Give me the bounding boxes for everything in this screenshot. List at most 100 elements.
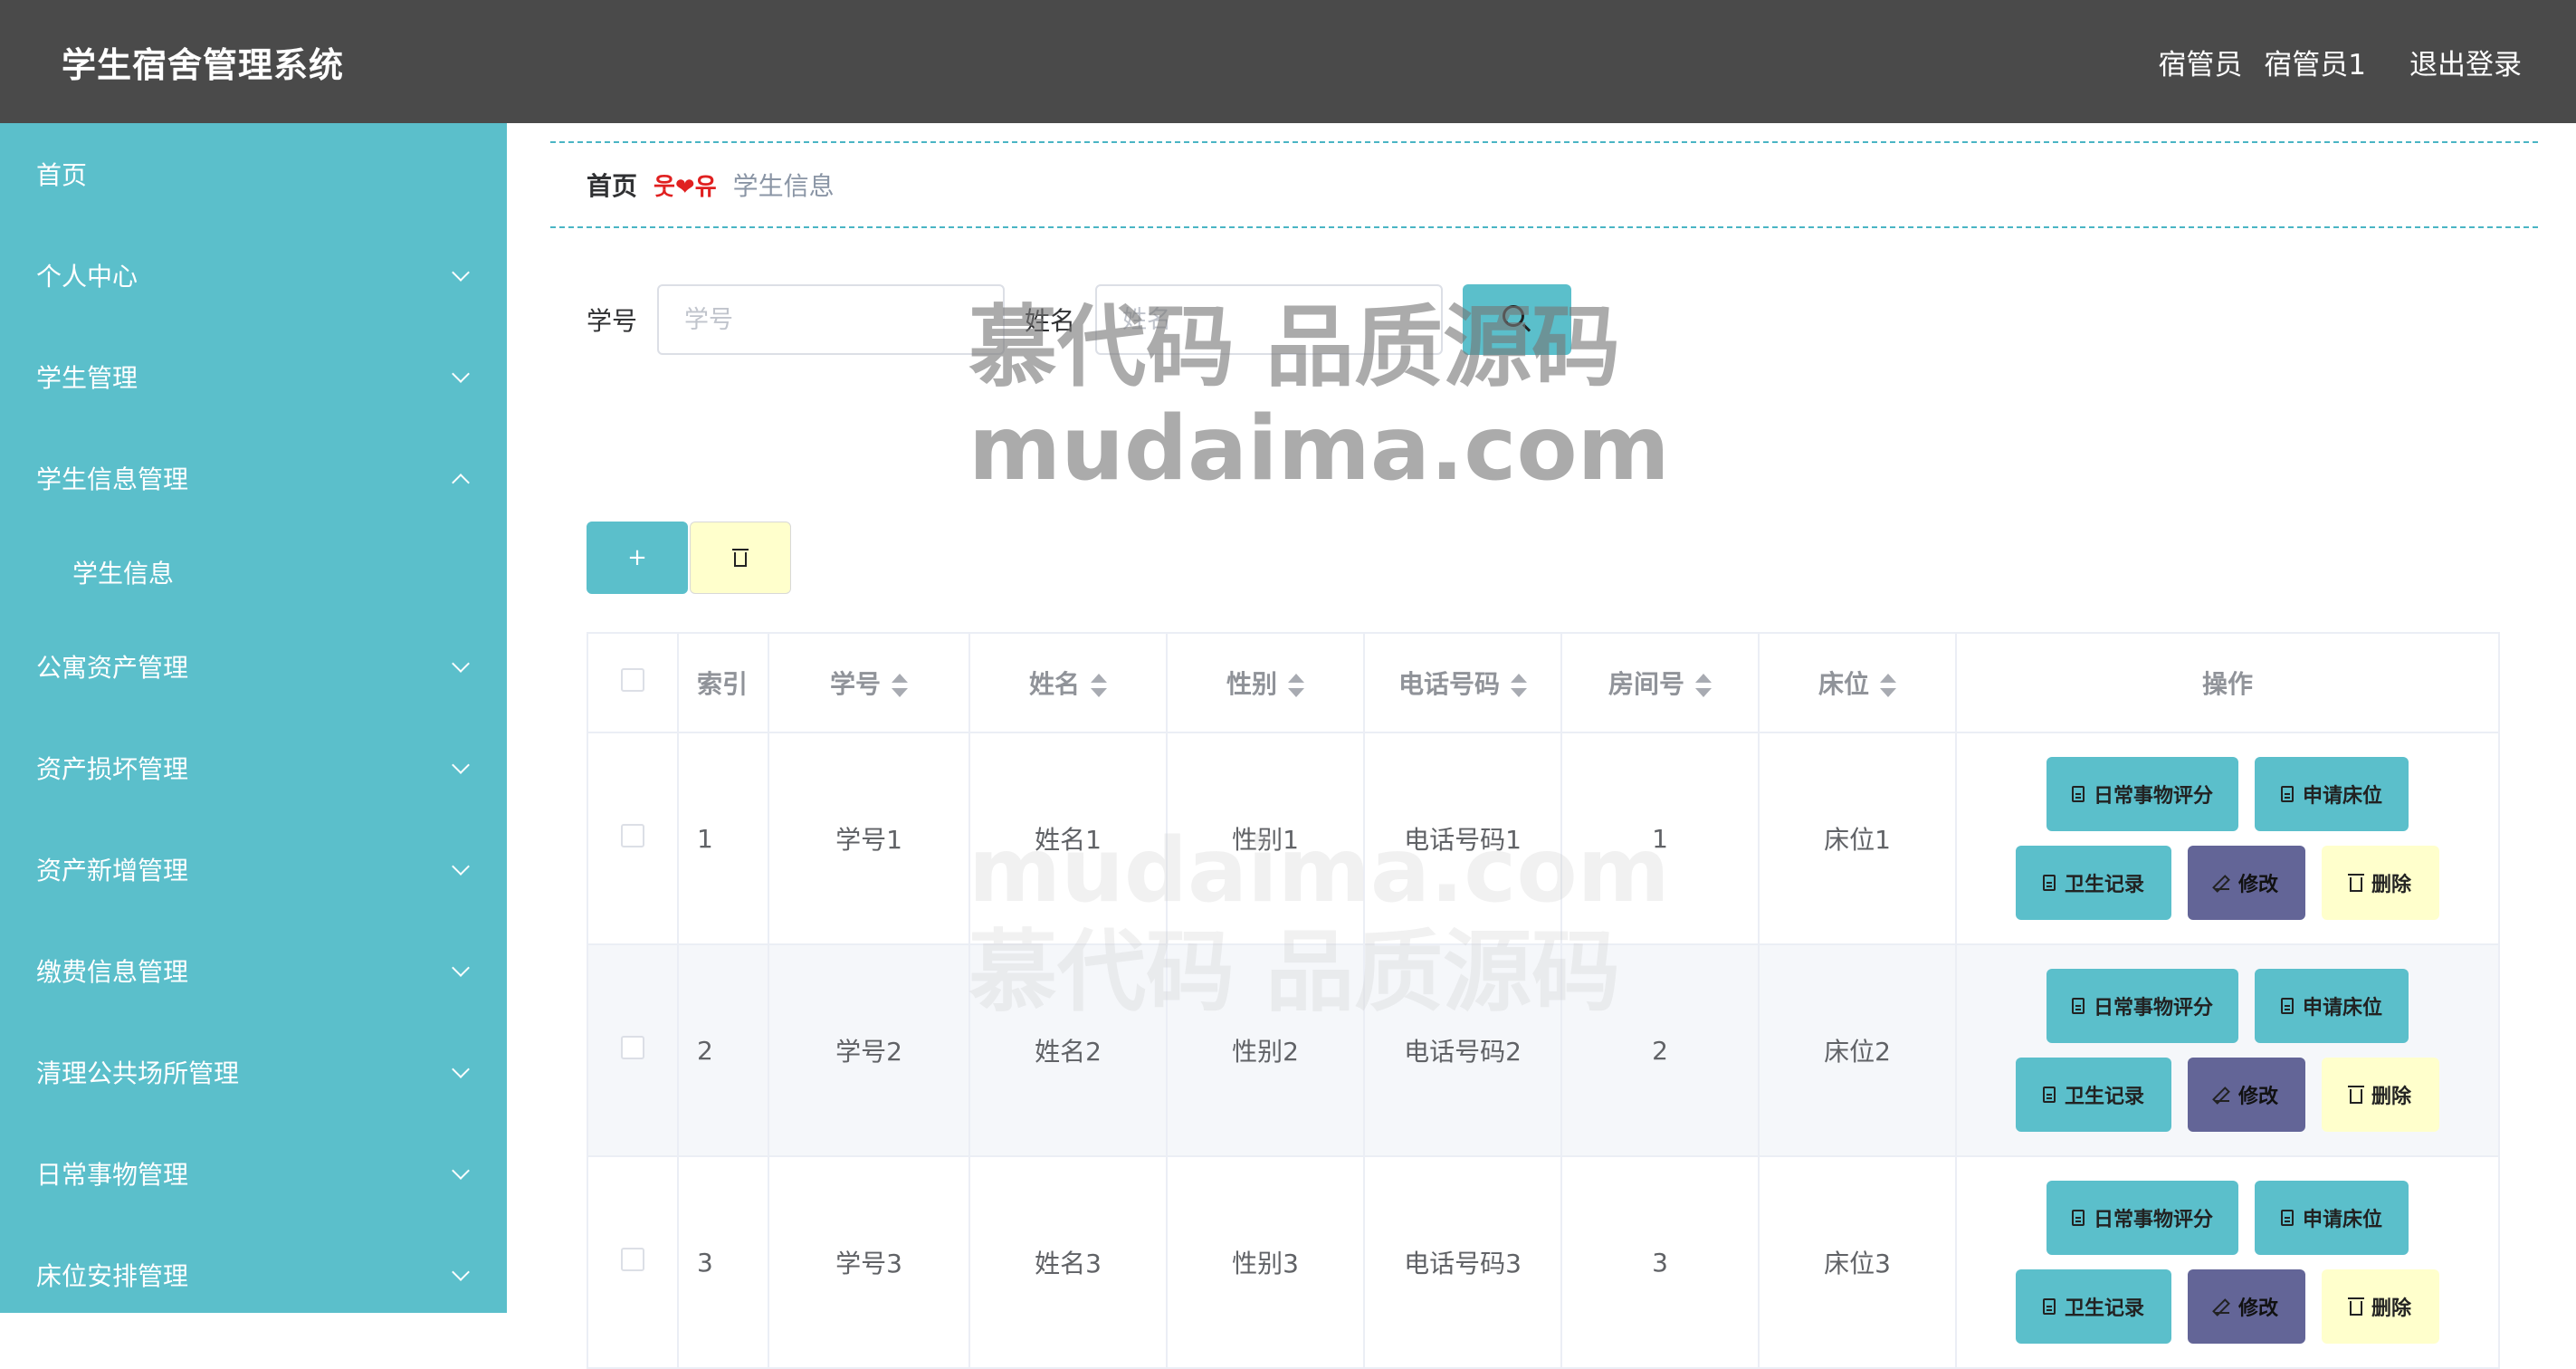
- col-label: 姓名: [1028, 669, 1080, 699]
- row-select-cell: [587, 732, 679, 945]
- row-select-cell: [587, 1155, 679, 1369]
- sidebar-item-student-info-mgmt[interactable]: 学生信息管理: [0, 427, 507, 529]
- content-panel: 学号 姓名 + 索引 学号 姓名 性别: [550, 244, 2538, 1369]
- hygiene-record-button[interactable]: 卫生记录: [2016, 846, 2171, 920]
- delete-button[interactable]: 删除: [2322, 1058, 2439, 1132]
- col-student-id[interactable]: 学号: [768, 632, 970, 733]
- ops-line: 日常事物评分 申请床位: [2046, 757, 2409, 831]
- apply-bed-button[interactable]: 申请床位: [2255, 1181, 2409, 1255]
- col-name[interactable]: 姓名: [968, 632, 1168, 733]
- sort-icon[interactable]: [1511, 674, 1527, 697]
- row-select-cell: [587, 943, 679, 1157]
- button-label: 卫生记录: [2064, 1297, 2144, 1320]
- cell-gender: 性别1: [1166, 732, 1365, 945]
- user-role: 宿管员: [2158, 48, 2243, 81]
- hygiene-record-button[interactable]: 卫生记录: [2016, 1058, 2171, 1132]
- ops-line: 卫生记录 修改 删除: [2016, 1269, 2439, 1344]
- cell-student-id: 学号3: [768, 1155, 970, 1369]
- daily-score-button[interactable]: 日常事物评分: [2046, 757, 2238, 831]
- button-label: 修改: [2237, 1086, 2278, 1108]
- cell-name: 姓名3: [968, 1155, 1168, 1369]
- hygiene-record-button[interactable]: 卫生记录: [2016, 1269, 2171, 1344]
- sidebar-item-label: 首页: [36, 160, 88, 190]
- cell-student-id: 学号2: [768, 943, 970, 1157]
- sidebar-item-home[interactable]: 首页: [0, 123, 507, 225]
- edit-button[interactable]: 修改: [2188, 846, 2305, 920]
- sort-icon[interactable]: [1695, 674, 1712, 697]
- col-bed[interactable]: 床位: [1758, 632, 1957, 733]
- col-label: 电话号码: [1398, 669, 1500, 699]
- sidebar-item-profile[interactable]: 个人中心: [0, 225, 507, 326]
- sidebar-item-daily-affairs[interactable]: 日常事物管理: [0, 1123, 507, 1224]
- col-gender[interactable]: 性别: [1166, 632, 1365, 733]
- sort-icon[interactable]: [1091, 674, 1107, 697]
- cell-bed: 床位1: [1758, 732, 1957, 945]
- document-icon: [2071, 786, 2085, 802]
- sidebar-item-label: 个人中心: [36, 262, 138, 292]
- button-label: 日常事物评分: [2093, 997, 2213, 1020]
- apply-bed-button[interactable]: 申请床位: [2255, 969, 2409, 1043]
- document-icon: [2042, 1298, 2056, 1315]
- row-checkbox[interactable]: [621, 1035, 644, 1059]
- breadcrumb-separator: 웃❤유: [654, 173, 717, 201]
- sort-icon[interactable]: [892, 674, 908, 697]
- student-table: 索引 学号 姓名 性别 电话号码 房间号 床位 操作 1 学号1 姓名1 性别1…: [587, 632, 2500, 1369]
- sort-icon[interactable]: [1880, 674, 1896, 697]
- sidebar-item-apartment-assets[interactable]: 公寓资产管理: [0, 616, 507, 717]
- sidebar-item-label: 学生信息管理: [36, 464, 189, 494]
- sidebar-item-student-mgmt[interactable]: 学生管理: [0, 326, 507, 427]
- button-label: 删除: [2371, 1086, 2411, 1108]
- cell-room: 3: [1560, 1155, 1760, 1369]
- table-row: 3 学号3 姓名3 性别3 电话号码3 3 床位3 日常事物评分 申请床位 卫生…: [587, 1155, 2500, 1369]
- ops-line: 卫生记录 修改 删除: [2016, 1058, 2439, 1132]
- col-room[interactable]: 房间号: [1560, 632, 1760, 733]
- select-all-checkbox[interactable]: [621, 667, 644, 692]
- search-button[interactable]: [1463, 284, 1572, 355]
- daily-score-button[interactable]: 日常事物评分: [2046, 969, 2238, 1043]
- app-title: 学生宿舍管理系统: [62, 44, 345, 85]
- chevron-down-icon: [452, 1060, 470, 1078]
- trash-icon: [732, 549, 749, 567]
- batch-delete-button[interactable]: [690, 522, 791, 594]
- button-label: 日常事物评分: [2093, 1209, 2213, 1231]
- edit-button[interactable]: 修改: [2188, 1058, 2305, 1132]
- cell-bed: 床位2: [1758, 943, 1957, 1157]
- user-info: 宿管员 宿管员1: [2158, 42, 2366, 82]
- breadcrumb: 首页 웃❤유 学生信息: [550, 141, 2538, 228]
- button-label: 日常事物评分: [2093, 785, 2213, 808]
- row-checkbox[interactable]: [621, 823, 644, 847]
- edit-icon: [2214, 1299, 2229, 1314]
- delete-button[interactable]: 删除: [2322, 1269, 2439, 1344]
- sidebar-item-asset-new[interactable]: 资产新增管理: [0, 819, 507, 920]
- col-phone[interactable]: 电话号码: [1363, 632, 1562, 733]
- sidebar-item-payment[interactable]: 缴费信息管理: [0, 920, 507, 1021]
- sidebar-item-bed-arrangement[interactable]: 床位安排管理: [0, 1224, 507, 1313]
- cell-phone: 电话号码3: [1363, 1155, 1562, 1369]
- chevron-up-icon: [452, 474, 470, 492]
- add-button[interactable]: +: [587, 522, 688, 594]
- breadcrumb-current: 学生信息: [732, 171, 835, 201]
- chevron-down-icon: [452, 1263, 470, 1281]
- student-id-input[interactable]: [657, 284, 1006, 355]
- sidebar-item-label: 日常事物管理: [36, 1160, 189, 1190]
- sidebar-item-asset-damage[interactable]: 资产损坏管理: [0, 717, 507, 819]
- daily-score-button[interactable]: 日常事物评分: [2046, 1181, 2238, 1255]
- ops-line: 日常事物评分 申请床位: [2046, 969, 2409, 1043]
- apply-bed-button[interactable]: 申请床位: [2255, 757, 2409, 831]
- cell-name: 姓名2: [968, 943, 1168, 1157]
- sidebar-item-public-cleaning[interactable]: 清理公共场所管理: [0, 1021, 507, 1123]
- sidebar-subitem-student-info[interactable]: 学生信息: [0, 529, 507, 616]
- chevron-down-icon: [452, 655, 470, 673]
- delete-button[interactable]: 删除: [2322, 846, 2439, 920]
- name-input[interactable]: [1095, 284, 1444, 355]
- ops-line: 日常事物评分 申请床位: [2046, 1181, 2409, 1255]
- sort-icon[interactable]: [1288, 674, 1304, 697]
- edit-button[interactable]: 修改: [2188, 1269, 2305, 1344]
- trash-icon: [2347, 874, 2364, 892]
- logout-button[interactable]: 退出登录: [2409, 42, 2522, 82]
- cell-room: 2: [1560, 943, 1760, 1157]
- breadcrumb-home[interactable]: 首页: [587, 167, 637, 203]
- row-checkbox[interactable]: [621, 1247, 644, 1271]
- sidebar-item-label: 资产新增管理: [36, 856, 189, 886]
- chevron-down-icon: [452, 365, 470, 383]
